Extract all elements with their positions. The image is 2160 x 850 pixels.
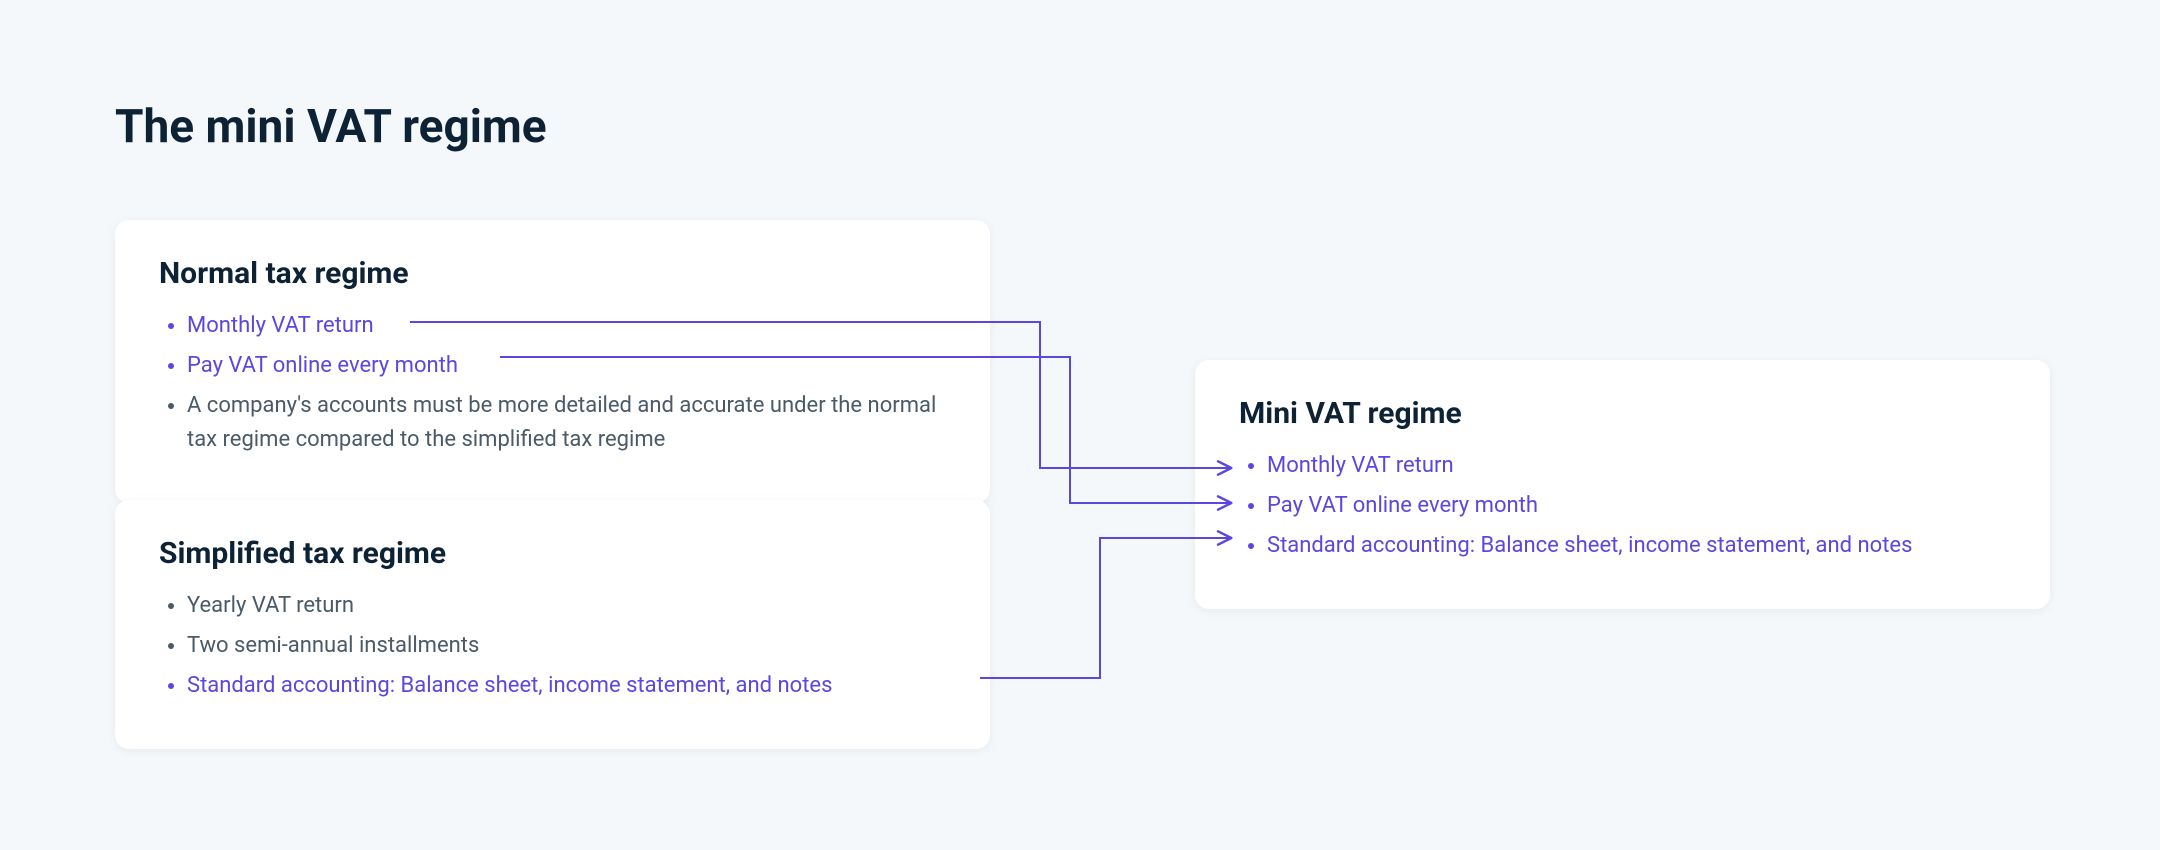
card-mini-vat-regime: Mini VAT regime Monthly VAT return Pay V… bbox=[1195, 360, 2050, 609]
card-normal-tax-regime: Normal tax regime Monthly VAT return Pay… bbox=[115, 220, 990, 503]
list-item: A company's accounts must be more detail… bbox=[187, 389, 946, 457]
connector-simplified-3-to-mini-3 bbox=[980, 538, 1230, 678]
card-title-simplified: Simplified tax regime bbox=[159, 536, 946, 571]
card-simplified-tax-regime: Simplified tax regime Yearly VAT return … bbox=[115, 500, 990, 749]
list-normal: Monthly VAT return Pay VAT online every … bbox=[159, 309, 946, 457]
list-item: Pay VAT online every month bbox=[187, 349, 946, 383]
list-item: Pay VAT online every month bbox=[1267, 489, 2006, 523]
list-simplified: Yearly VAT return Two semi-annual instal… bbox=[159, 589, 946, 703]
list-item: Standard accounting: Balance sheet, inco… bbox=[187, 669, 946, 703]
card-title-mini: Mini VAT regime bbox=[1239, 396, 2006, 431]
list-mini: Monthly VAT return Pay VAT online every … bbox=[1239, 449, 2006, 563]
list-item: Monthly VAT return bbox=[1267, 449, 2006, 483]
list-item: Two semi-annual installments bbox=[187, 629, 946, 663]
card-title-normal: Normal tax regime bbox=[159, 256, 946, 291]
list-item: Monthly VAT return bbox=[187, 309, 946, 343]
list-item: Yearly VAT return bbox=[187, 589, 946, 623]
page-title: The mini VAT regime bbox=[115, 100, 547, 154]
list-item: Standard accounting: Balance sheet, inco… bbox=[1267, 529, 2006, 563]
